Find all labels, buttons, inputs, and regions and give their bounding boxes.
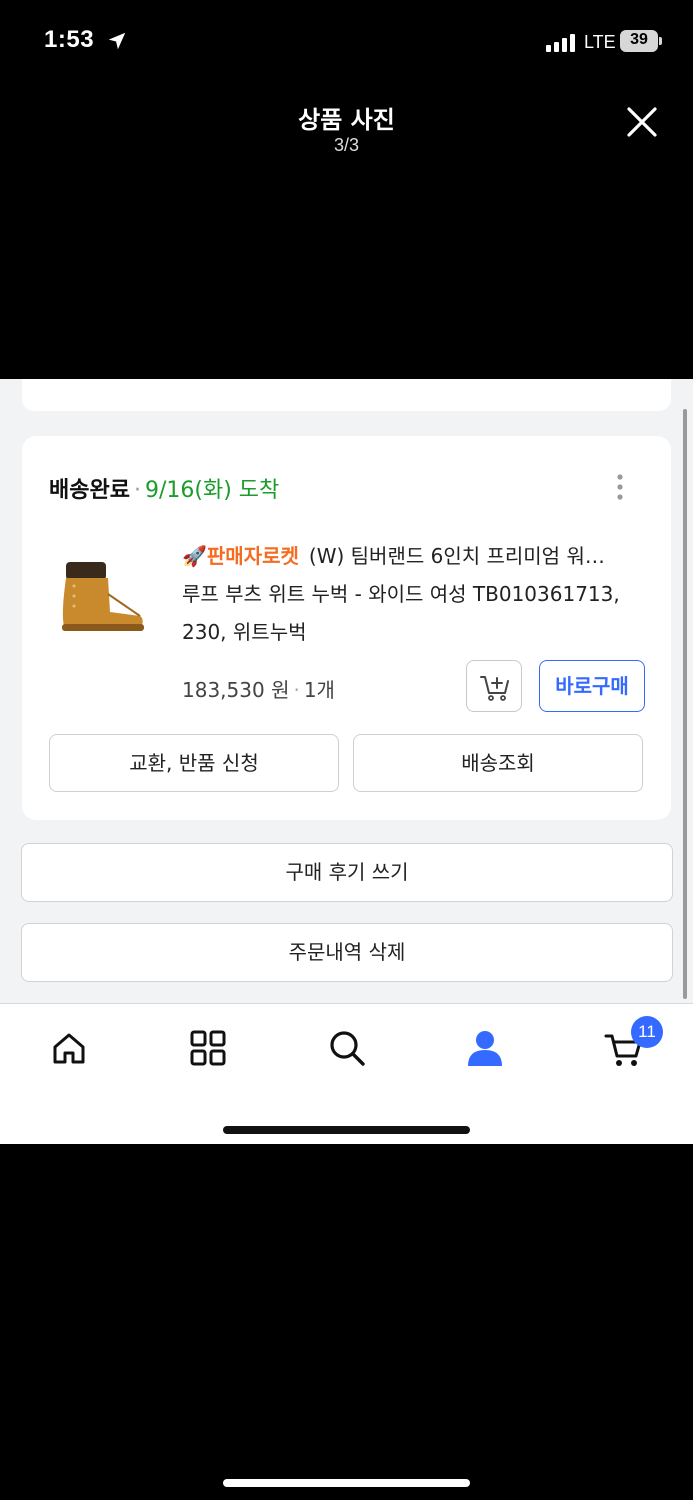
track-delivery-button[interactable]: 배송조회 [353, 734, 643, 792]
network-type: LTE [584, 32, 616, 52]
status-time: 1:53 [44, 26, 95, 53]
product-name-line1[interactable]: 🚀판매자로켓 (W) 팀버랜드 6인치 프리미엄 워… [182, 540, 642, 569]
add-to-cart-button[interactable] [466, 660, 522, 712]
signal-icon [546, 34, 575, 52]
cart-count-badge: 11 [631, 1016, 663, 1048]
search-icon[interactable] [327, 1028, 367, 1068]
home-indicator-inner [223, 1126, 470, 1134]
bottom-navigation: 11 [0, 1003, 693, 1144]
product-option[interactable]: 230, 위트누벅 [182, 616, 652, 645]
cart-plus-icon [480, 676, 509, 701]
previous-card [22, 379, 671, 411]
order-card: 배송완료 · 9/16(화) 도착 🚀판매자로켓 (W) 팀버랜드 6인치 프리미엄 … [22, 436, 671, 820]
viewer-title: 상품 사진 [298, 106, 395, 134]
seller-rocket-badge: 🚀판매자로켓 [182, 544, 299, 568]
scrollbar[interactable] [683, 409, 687, 999]
battery-icon: 39 [620, 30, 662, 54]
more-options-icon[interactable] [610, 472, 630, 502]
product-quantity: 1개 [303, 678, 335, 702]
buy-now-button[interactable]: 바로구매 [539, 660, 645, 712]
close-icon[interactable] [624, 104, 660, 140]
location-arrow-icon [108, 32, 126, 50]
product-thumbnail[interactable] [56, 554, 146, 644]
categories-icon[interactable] [188, 1028, 228, 1068]
delete-order-button[interactable]: 주문내역 삭제 [21, 923, 673, 982]
delivery-status: 배송완료 · 9/16(화) 도착 [49, 478, 280, 503]
battery-level: 39 [630, 31, 648, 48]
home-indicator[interactable] [223, 1479, 470, 1487]
my-page-icon[interactable] [465, 1028, 505, 1068]
price-row: 183,530 원 · 1개 [182, 678, 335, 702]
delivery-status-label: 배송완료 [49, 478, 130, 503]
arrival-date: 9/16(화) 도착 [144, 478, 280, 503]
exchange-return-button[interactable]: 교환, 반품 신청 [49, 734, 339, 792]
order-screenshot: 배송완료 · 9/16(화) 도착 🚀판매자로켓 (W) 팀버랜드 6인치 프리미엄 … [0, 379, 693, 1144]
product-name-line2[interactable]: 루프 부츠 위트 누벅 - 와이드 여성 TB010361713, [182, 578, 652, 607]
image-counter: 3/3 [333, 135, 360, 155]
product-price: 183,530 원 [182, 678, 290, 702]
write-review-button[interactable]: 구매 후기 쓰기 [21, 843, 673, 902]
home-icon[interactable] [49, 1028, 89, 1068]
product-name-text: (W) 팀버랜드 6인치 프리미엄 워… [308, 544, 605, 568]
